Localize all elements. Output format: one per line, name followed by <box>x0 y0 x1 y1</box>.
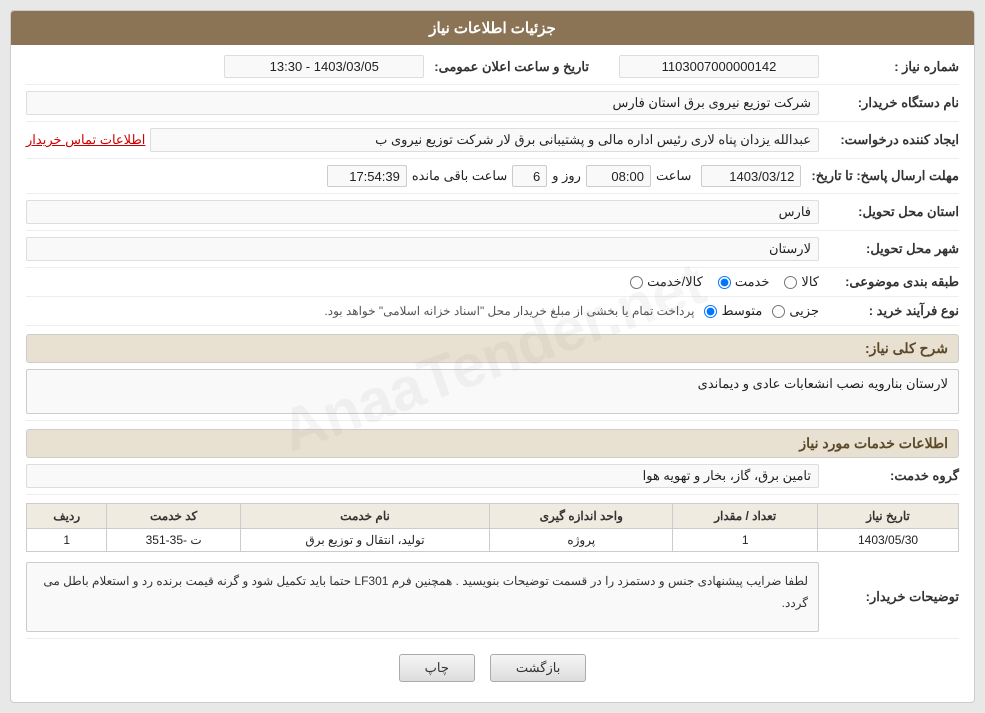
ostan-label: استان محل تحویل: <box>819 204 959 220</box>
tabaqe-kala-khadamat-radio[interactable] <box>630 276 643 289</box>
tabaqe-khadamat-option[interactable]: خدمت <box>718 274 770 290</box>
shahr-value: لارستان <box>26 237 819 261</box>
ijad-value: عبدالله یزدان پناه لاری رئیس اداره مالی … <box>150 128 819 152</box>
tarikh-elan-value: 1403/03/05 - 13:30 <box>224 55 424 78</box>
shahr-row: شهر محل تحویل: لارستان <box>26 237 959 268</box>
nooe-options: جزیی متوسط <box>704 303 819 319</box>
ostan-value: فارس <box>26 200 819 224</box>
mohlet-label: مهلت ارسال پاسخ: تا تاریخ: <box>801 168 959 184</box>
table-row: 1403/05/301پروژهتولید، انتقال و توزیع بر… <box>27 529 959 552</box>
nooe-jazii-label: جزیی <box>789 303 819 319</box>
tabaqe-kala-radio[interactable] <box>784 276 797 289</box>
nam-dastgah-value: شرکت توزیع نیروی برق استان فارس <box>26 91 819 115</box>
ijad-label: ایجاد کننده درخواست: <box>819 132 959 148</box>
tarikh-elan-label: تاریخ و ساعت اعلان عمومی: <box>424 59 589 75</box>
sharh-row: لارستان بنارویه نصب انشعابات عادی و دیما… <box>26 369 959 421</box>
back-button[interactable]: بازگشت <box>490 654 586 682</box>
col-vahed: واحد اندازه گیری <box>490 504 673 529</box>
page-title: جزئیات اطلاعات نیاز <box>11 11 974 45</box>
mohlet-mande-label: ساعت باقی مانده <box>412 168 507 184</box>
tosihat-row: توضیحات خریدار: لطفا ضرایب پیشنهادی جنس … <box>26 562 959 639</box>
main-card: AnaaTender.net جزئیات اطلاعات نیاز شماره… <box>10 10 975 703</box>
mohlet-mande: 17:54:39 <box>327 165 407 187</box>
nooe-label: نوع فرآیند خرید : <box>819 303 959 319</box>
nooe-motevaset-label: متوسط <box>721 303 762 319</box>
tosihat-value: لطفا ضرایب پیشنهادی جنس و دستمزد را در ق… <box>26 562 819 632</box>
gorooh-label: گروه خدمت: <box>819 468 959 484</box>
nam-dastgah-row: نام دستگاه خریدار: شرکت توزیع نیروی برق … <box>26 91 959 122</box>
services-table: تاریخ نیاز تعداد / مقدار واحد اندازه گیر… <box>26 503 959 552</box>
shomara-value: 1103007000000142 <box>619 55 819 78</box>
col-tarikh: تاریخ نیاز <box>818 504 959 529</box>
shahr-label: شهر محل تحویل: <box>819 241 959 257</box>
nooe-row: نوع فرآیند خرید : جزیی متوسط پرداخت تمام… <box>26 303 959 326</box>
tabaqe-kala-khadamat-label: کالا/خدمت <box>647 274 703 290</box>
print-button[interactable]: چاپ <box>399 654 475 682</box>
nam-dastgah-label: نام دستگاه خریدار: <box>819 95 959 111</box>
table-cell: 1403/05/30 <box>818 529 959 552</box>
col-radif: ردیف <box>27 504 107 529</box>
ejad-link[interactable]: اطلاعات تماس خریدار <box>26 132 145 148</box>
nooe-jazii-option[interactable]: جزیی <box>772 303 819 319</box>
nooe-motevaset-option[interactable]: متوسط <box>704 303 762 319</box>
col-tedad: تعداد / مقدار <box>673 504 818 529</box>
ijad-row: ایجاد کننده درخواست: عبدالله یزدان پناه … <box>26 128 959 159</box>
table-header-row: تاریخ نیاز تعداد / مقدار واحد اندازه گیر… <box>27 504 959 529</box>
mohlet-rooz-label: روز و <box>552 168 581 184</box>
table-cell: 1 <box>673 529 818 552</box>
mohlet-row: مهلت ارسال پاسخ: تا تاریخ: 1403/03/12 سا… <box>26 165 959 194</box>
sharh-section-header: شرح کلی نیاز: <box>26 334 959 363</box>
khadamat-section-header: اطلاعات خدمات مورد نیاز <box>26 429 959 458</box>
tabaqe-khadamat-label: خدمت <box>735 274 770 290</box>
tabaqe-kala-label: کالا <box>801 274 819 290</box>
table-cell: 1 <box>27 529 107 552</box>
tabaqe-options: کالا خدمت کالا/خدمت <box>630 274 819 290</box>
gorooh-value: تامین برق، گاز، بخار و تهویه هوا <box>26 464 819 488</box>
nooe-notice: پرداخت تمام یا بخشی از مبلغ خریدار محل "… <box>324 304 694 318</box>
tabaqe-kala-option[interactable]: کالا <box>784 274 819 290</box>
nooe-jazii-radio[interactable] <box>772 305 785 318</box>
table-cell: تولید، انتقال و توزیع برق <box>240 529 489 552</box>
gorooh-row: گروه خدمت: تامین برق، گاز، بخار و تهویه … <box>26 464 959 495</box>
mohlet-date: 1403/03/12 <box>701 165 801 187</box>
mohlet-saat-label: ساعت <box>656 168 691 184</box>
sharh-value: لارستان بنارویه نصب انشعابات عادی و دیما… <box>26 369 959 414</box>
services-section: تاریخ نیاز تعداد / مقدار واحد اندازه گیر… <box>26 503 959 552</box>
table-cell: ت -35-351 <box>107 529 241 552</box>
tabaqe-kala-khadamat-option[interactable]: کالا/خدمت <box>630 274 703 290</box>
tosihat-label: توضیحات خریدار: <box>819 589 959 605</box>
buttons-row: بازگشت چاپ <box>26 654 959 692</box>
table-cell: پروژه <box>490 529 673 552</box>
col-nam: نام خدمت <box>240 504 489 529</box>
tabaqe-khadamat-radio[interactable] <box>718 276 731 289</box>
shomara-announce-row: شماره نیاز : 1103007000000142 تاریخ و سا… <box>26 55 959 85</box>
shomara-label: شماره نیاز : <box>819 59 959 75</box>
tabaqe-label: طبقه بندی موضوعی: <box>819 274 959 290</box>
mohlet-saat: 08:00 <box>586 165 651 187</box>
col-kod: کد خدمت <box>107 504 241 529</box>
ostan-row: استان محل تحویل: فارس <box>26 200 959 231</box>
mohlet-rooz: 6 <box>512 165 547 187</box>
tabaqe-row: طبقه بندی موضوعی: کالا خدمت کالا/خدمت <box>26 274 959 297</box>
nooe-motevaset-radio[interactable] <box>704 305 717 318</box>
